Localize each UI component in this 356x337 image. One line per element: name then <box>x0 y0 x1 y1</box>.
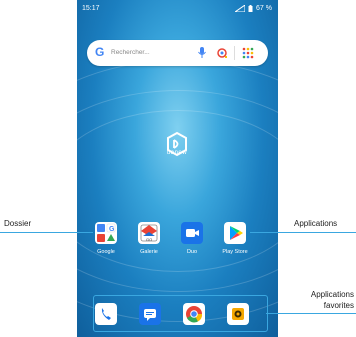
wallpaper-wave <box>77 60 278 322</box>
app-galerie[interactable]: GO Galerie <box>134 222 164 255</box>
folder-icon: G <box>95 222 117 244</box>
app-duo[interactable]: Duo <box>177 222 207 255</box>
callout-favorites-line2: favorites <box>323 301 354 310</box>
callout-line <box>250 232 356 233</box>
svg-text:GO: GO <box>146 237 152 242</box>
app-label: Google <box>97 249 115 255</box>
search-placeholder: Rechercher... <box>111 49 150 56</box>
callout-line <box>266 313 356 314</box>
app-label: Galerie <box>140 249 158 255</box>
mic-icon[interactable] <box>196 46 208 60</box>
apps-grid-icon[interactable] <box>241 46 255 60</box>
status-bar: 15:17 67 % <box>77 0 278 18</box>
callout-applications: Applications <box>294 219 338 228</box>
app-label: Duo <box>186 249 198 255</box>
callout-favorites-line1: Applications <box>310 290 354 299</box>
favorites-highlight <box>93 295 268 332</box>
google-icon: G <box>95 45 105 59</box>
signal-icon <box>235 5 246 12</box>
callout-line <box>0 232 93 233</box>
svg-text:G: G <box>109 226 115 233</box>
logo-text: danew <box>166 150 188 156</box>
lens-icon[interactable] <box>216 47 228 59</box>
search-bar[interactable]: G Rechercher... <box>87 40 268 66</box>
battery-level: 67 % <box>256 5 272 12</box>
app-play-store[interactable]: Play Store <box>220 222 250 255</box>
status-time: 15:17 <box>82 5 100 12</box>
duo-icon <box>181 222 203 244</box>
phone-screen: 15:17 67 % G Rechercher... danew G Googl… <box>77 0 278 337</box>
search-divider <box>234 46 235 60</box>
app-label: Play Store <box>222 249 248 255</box>
battery-icon <box>248 5 253 12</box>
play-store-icon <box>224 222 246 244</box>
callout-dossier: Dossier <box>4 219 32 228</box>
app-google-folder[interactable]: G Google <box>91 222 121 255</box>
gallery-icon: GO <box>138 222 160 244</box>
